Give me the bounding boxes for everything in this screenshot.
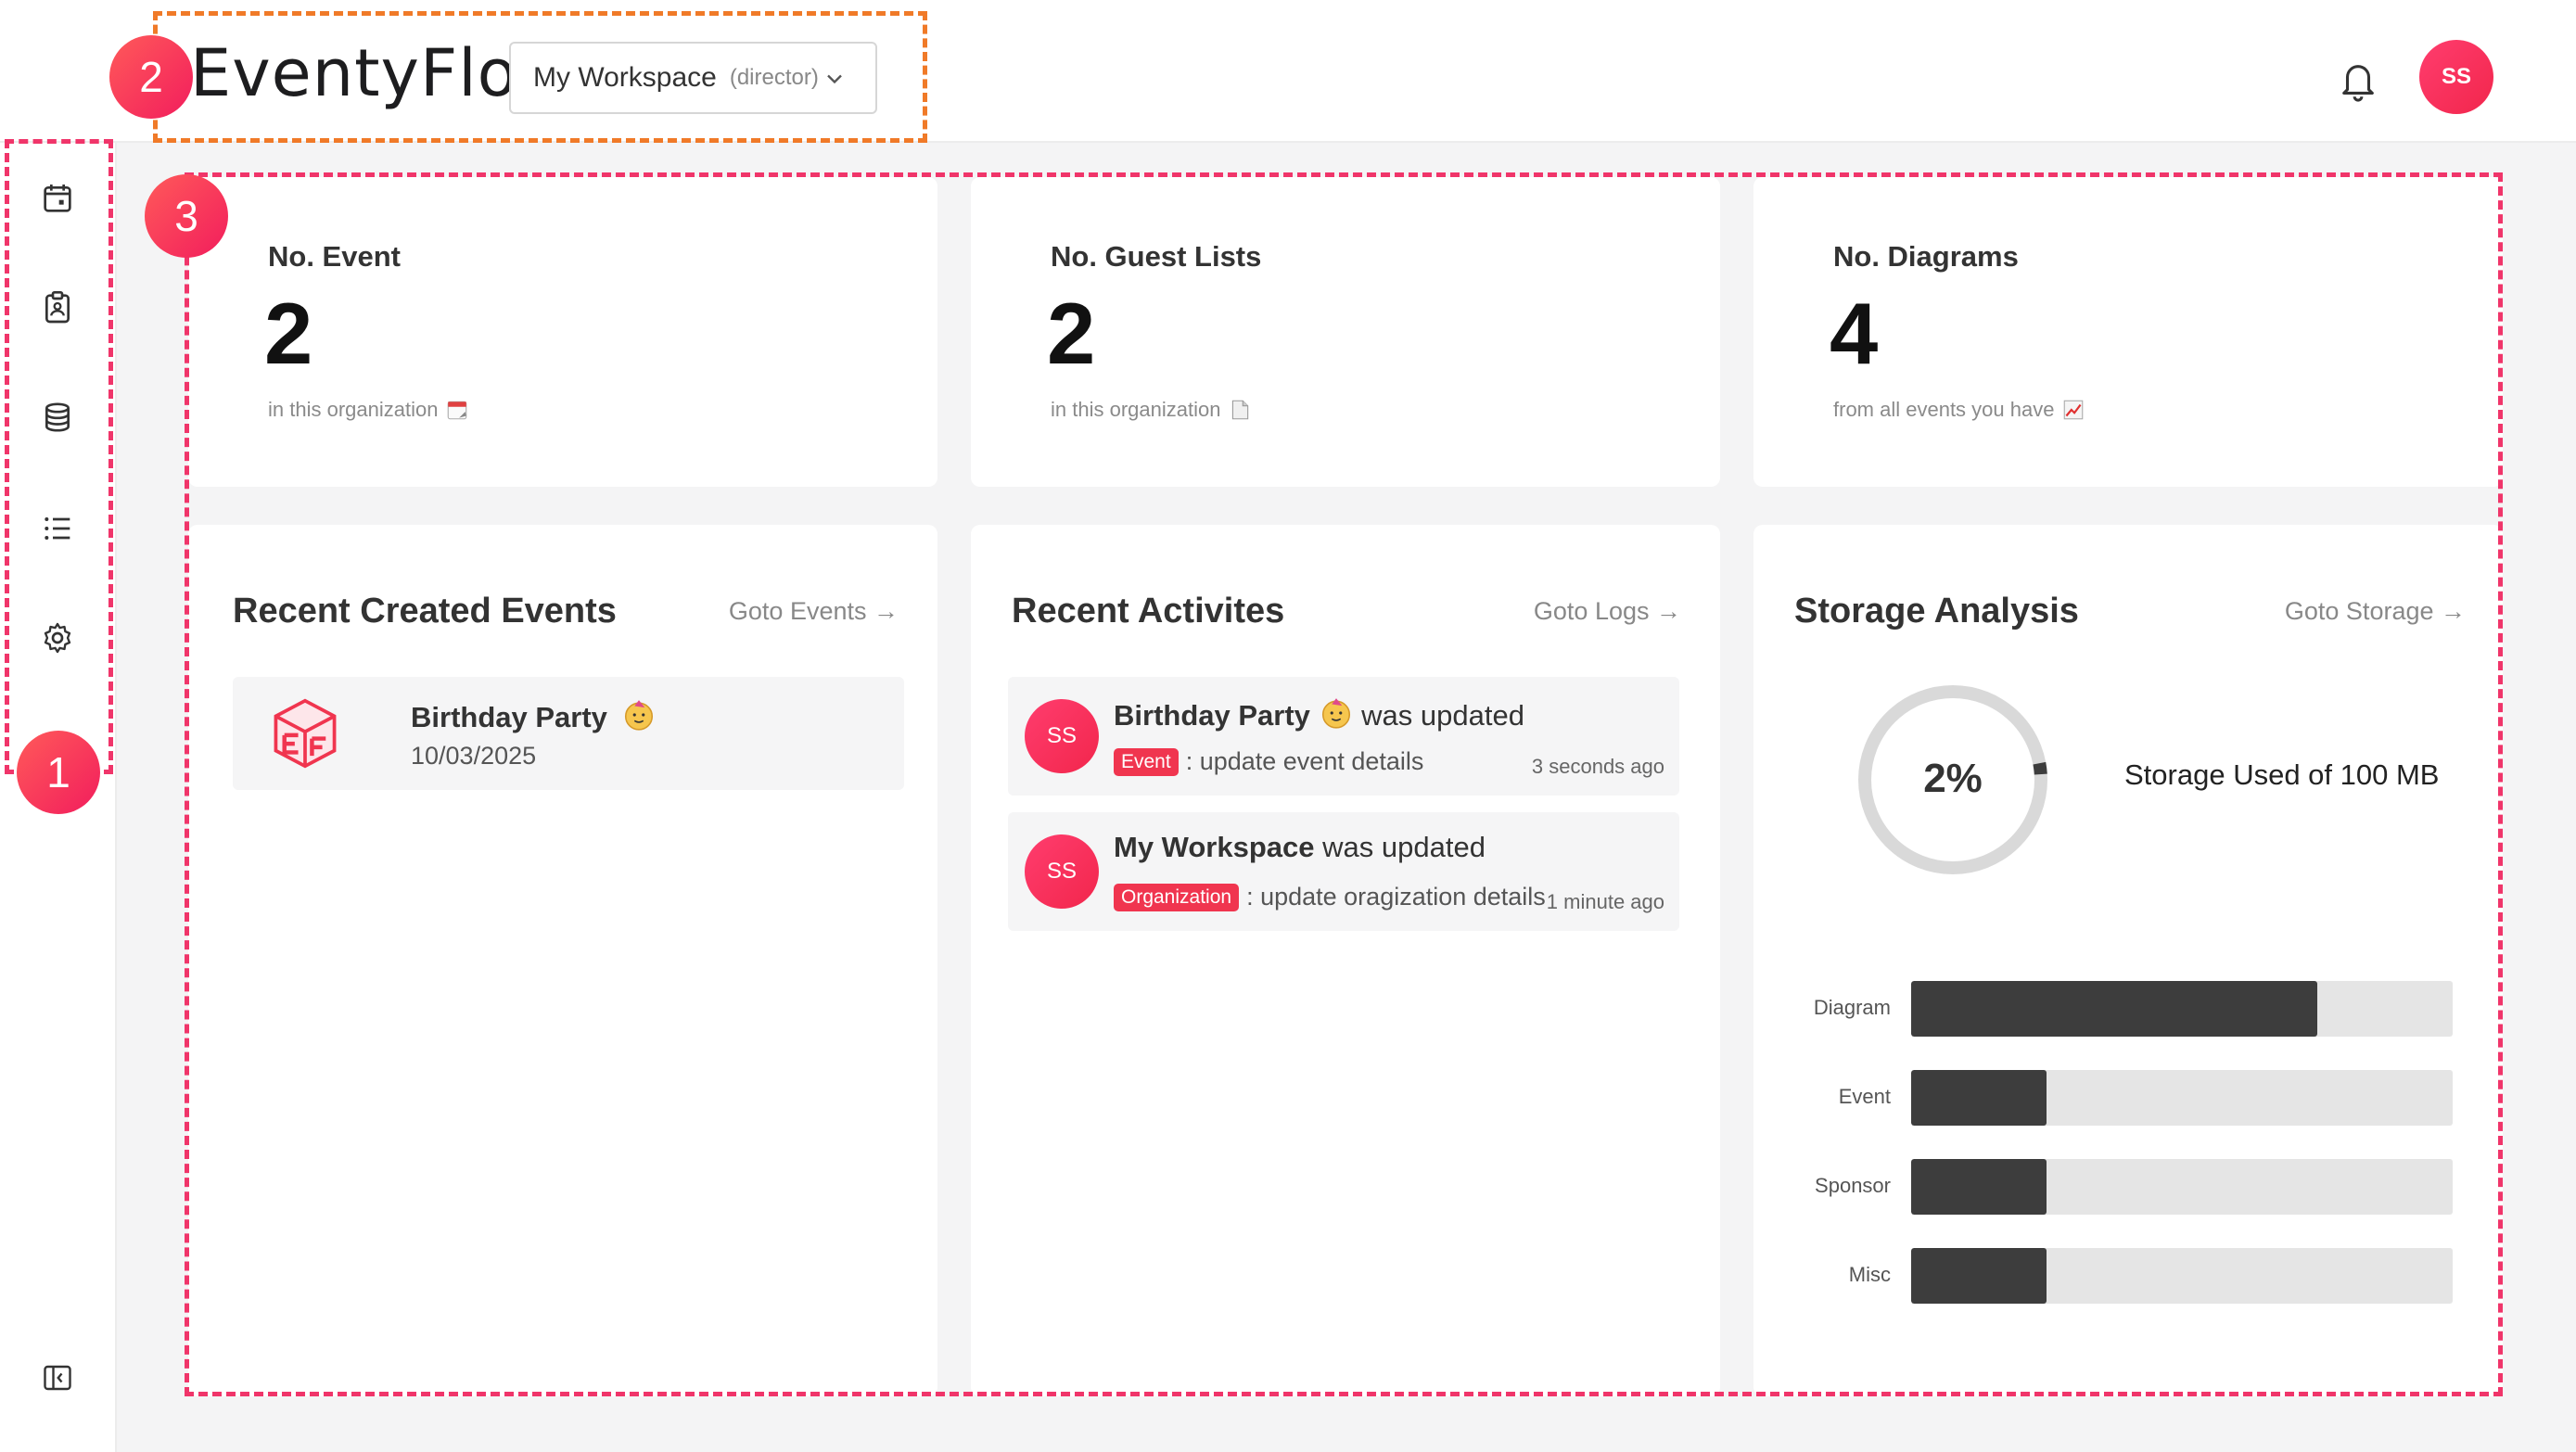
annotation-badge-2: 2 <box>109 35 193 119</box>
annotation-badge-1: 1 <box>17 731 100 814</box>
sidebar-collapse-icon[interactable] <box>41 1361 74 1395</box>
annotation-badge-3: 3 <box>145 174 228 258</box>
annotation-box-sidebar <box>5 139 113 774</box>
annotation-box-header <box>153 11 927 143</box>
annotation-box-content <box>185 172 2503 1396</box>
notification-bell-icon[interactable] <box>2337 57 2379 104</box>
user-avatar[interactable]: SS <box>2419 40 2493 114</box>
